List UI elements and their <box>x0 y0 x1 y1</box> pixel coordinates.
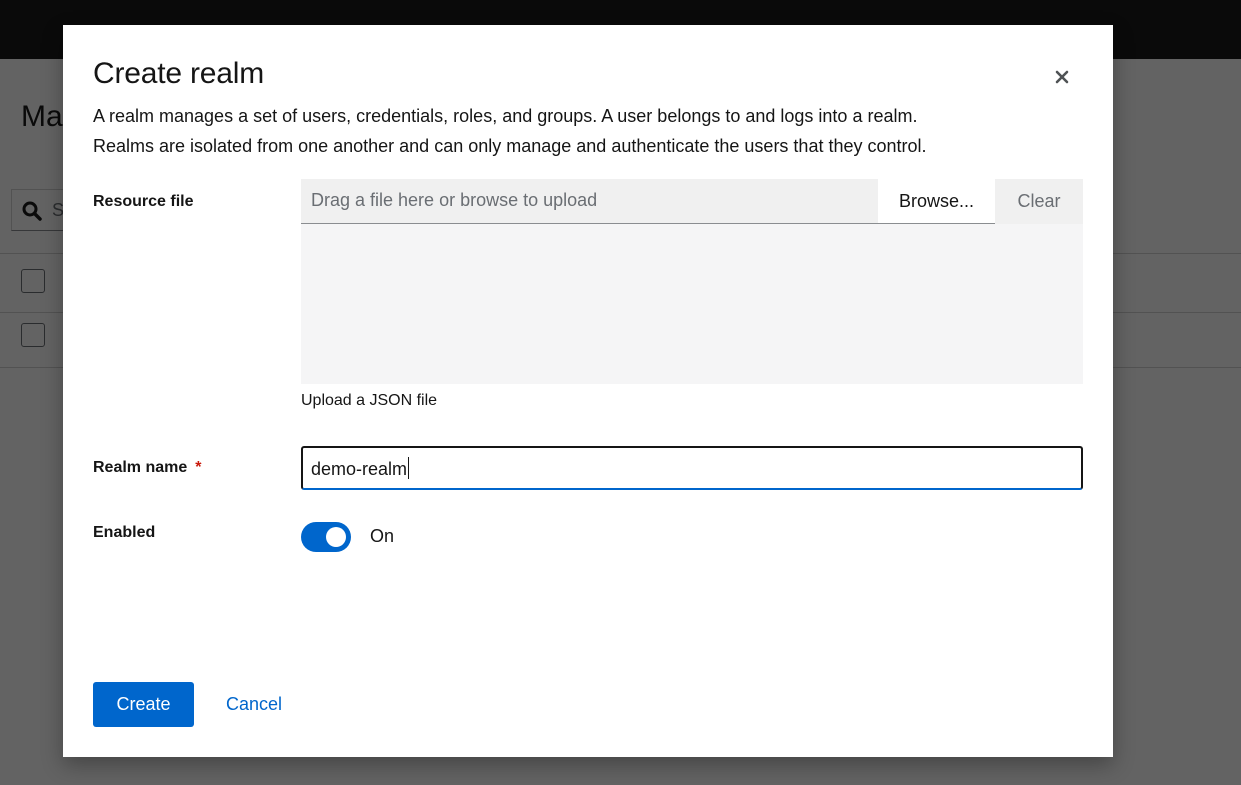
enabled-label: Enabled <box>93 524 156 541</box>
cancel-button[interactable]: Cancel <box>214 682 294 727</box>
file-drop-area[interactable] <box>301 224 1083 384</box>
realm-name-label: Realm name * <box>93 459 202 477</box>
switch-knob <box>326 527 346 547</box>
create-realm-modal: Create realm A realm manages a set of us… <box>63 25 1113 757</box>
modal-description: A realm manages a set of users, credenti… <box>93 101 1053 161</box>
description-line: A realm manages a set of users, credenti… <box>93 106 918 126</box>
required-marker: * <box>195 459 202 476</box>
browse-button[interactable]: Browse... <box>878 179 995 224</box>
enabled-switch[interactable] <box>301 522 351 552</box>
resource-file-helper-text: Upload a JSON file <box>301 392 438 409</box>
create-button[interactable]: Create <box>93 682 194 727</box>
file-upload-placeholder: Drag a file here or browse to upload <box>311 190 598 210</box>
file-upload-input[interactable]: Drag a file here or browse to upload <box>301 179 878 224</box>
text-caret <box>408 457 410 479</box>
close-button[interactable] <box>1048 63 1076 91</box>
realm-name-label-text: Realm name <box>93 459 188 476</box>
resource-file-label: Resource file <box>93 193 194 210</box>
clear-button[interactable]: Clear <box>995 179 1083 223</box>
enabled-state-label: On <box>370 526 395 546</box>
modal-title: Create realm <box>93 57 264 90</box>
close-icon <box>1055 70 1069 84</box>
realm-name-value-wrap: demo-realm <box>311 457 410 480</box>
realm-name-value: demo-realm <box>311 459 408 479</box>
file-upload-bar: Drag a file here or browse to upload Bro… <box>301 179 1083 224</box>
description-line: Realms are isolated from one another and… <box>93 136 927 156</box>
realm-name-input[interactable]: demo-realm <box>301 446 1083 490</box>
